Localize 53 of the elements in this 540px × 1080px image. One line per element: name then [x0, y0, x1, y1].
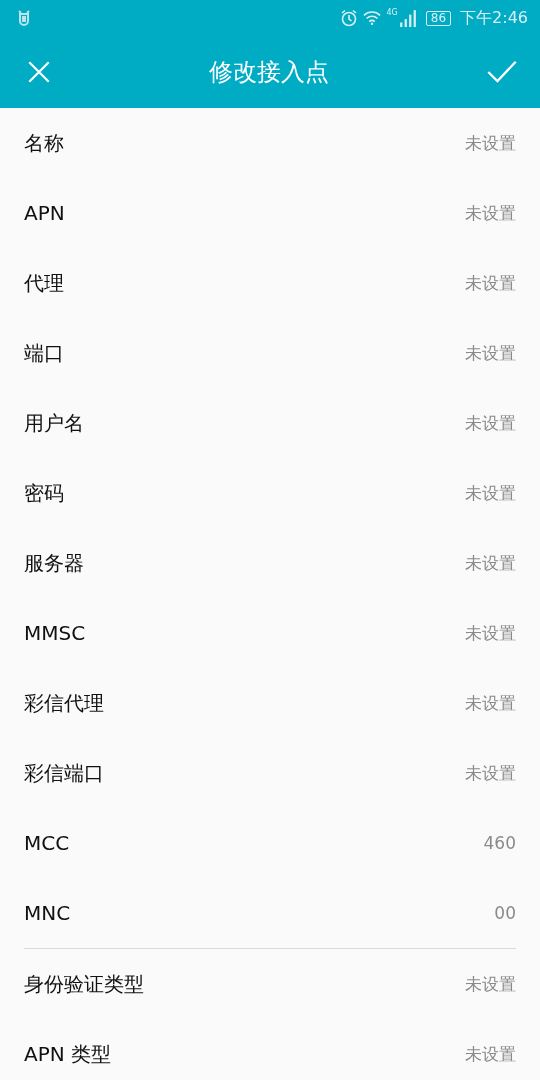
setting-value: 460	[483, 833, 516, 853]
page-title: 修改接入点	[209, 57, 329, 88]
setting-label: 身份验证类型	[24, 970, 144, 998]
settings-row[interactable]: APN 未设置	[0, 178, 540, 248]
setting-label: APN	[24, 201, 65, 225]
setting-value: 未设置	[465, 972, 516, 996]
settings-row[interactable]: 端口 未设置	[0, 318, 540, 388]
settings-row[interactable]: 彩信代理 未设置	[0, 668, 540, 738]
setting-value: 未设置	[465, 551, 516, 575]
setting-label: 彩信端口	[24, 759, 104, 787]
settings-row[interactable]: 服务器 未设置	[0, 528, 540, 598]
settings-row[interactable]: 身份验证类型 未设置	[24, 949, 516, 1019]
setting-value: 未设置	[465, 481, 516, 505]
network-type: 4G	[386, 8, 398, 17]
setting-value: 未设置	[465, 201, 516, 225]
settings-row[interactable]: 用户名 未设置	[0, 388, 540, 458]
checkmark-icon	[486, 58, 518, 86]
setting-value: 未设置	[465, 271, 516, 295]
close-button[interactable]	[26, 59, 52, 85]
setting-label: 服务器	[24, 549, 84, 577]
setting-label: MCC	[24, 831, 70, 855]
setting-label: 代理	[24, 269, 64, 297]
setting-value: 未设置	[465, 621, 516, 645]
wifi-icon	[363, 9, 382, 27]
signal-icon	[398, 9, 417, 27]
setting-value: 未设置	[465, 131, 516, 155]
setting-value: 未设置	[465, 1042, 516, 1066]
setting-label: 用户名	[24, 409, 84, 437]
confirm-button[interactable]	[486, 58, 518, 86]
setting-value: 00	[494, 903, 516, 923]
setting-label: 名称	[24, 129, 64, 157]
setting-label: 端口	[24, 339, 64, 367]
setting-label: APN 类型	[24, 1040, 112, 1068]
settings-row[interactable]: APN 类型 未设置	[24, 1019, 516, 1080]
setting-value: 未设置	[465, 341, 516, 365]
close-icon	[26, 59, 52, 85]
battery-indicator: 86	[425, 10, 452, 26]
settings-row[interactable]: 密码 未设置	[0, 458, 540, 528]
settings-row[interactable]: 代理 未设置	[0, 248, 540, 318]
setting-label: 密码	[24, 479, 64, 507]
setting-value: 未设置	[465, 691, 516, 715]
settings-row[interactable]: MCC 460	[0, 808, 540, 878]
status-time: 下午2:46	[460, 7, 528, 29]
settings-row[interactable]: MMSC 未设置	[0, 598, 540, 668]
setting-value: 未设置	[465, 411, 516, 435]
setting-value: 未设置	[465, 761, 516, 785]
alarm-icon	[340, 9, 359, 27]
setting-label: MNC	[24, 901, 71, 925]
setting-label: 彩信代理	[24, 689, 104, 717]
settings-row[interactable]: 名称 未设置	[0, 108, 540, 178]
settings-row[interactable]: 彩信端口 未设置	[0, 738, 540, 808]
settings-row[interactable]: MNC 00	[0, 878, 540, 948]
setting-label: MMSC	[24, 621, 86, 645]
